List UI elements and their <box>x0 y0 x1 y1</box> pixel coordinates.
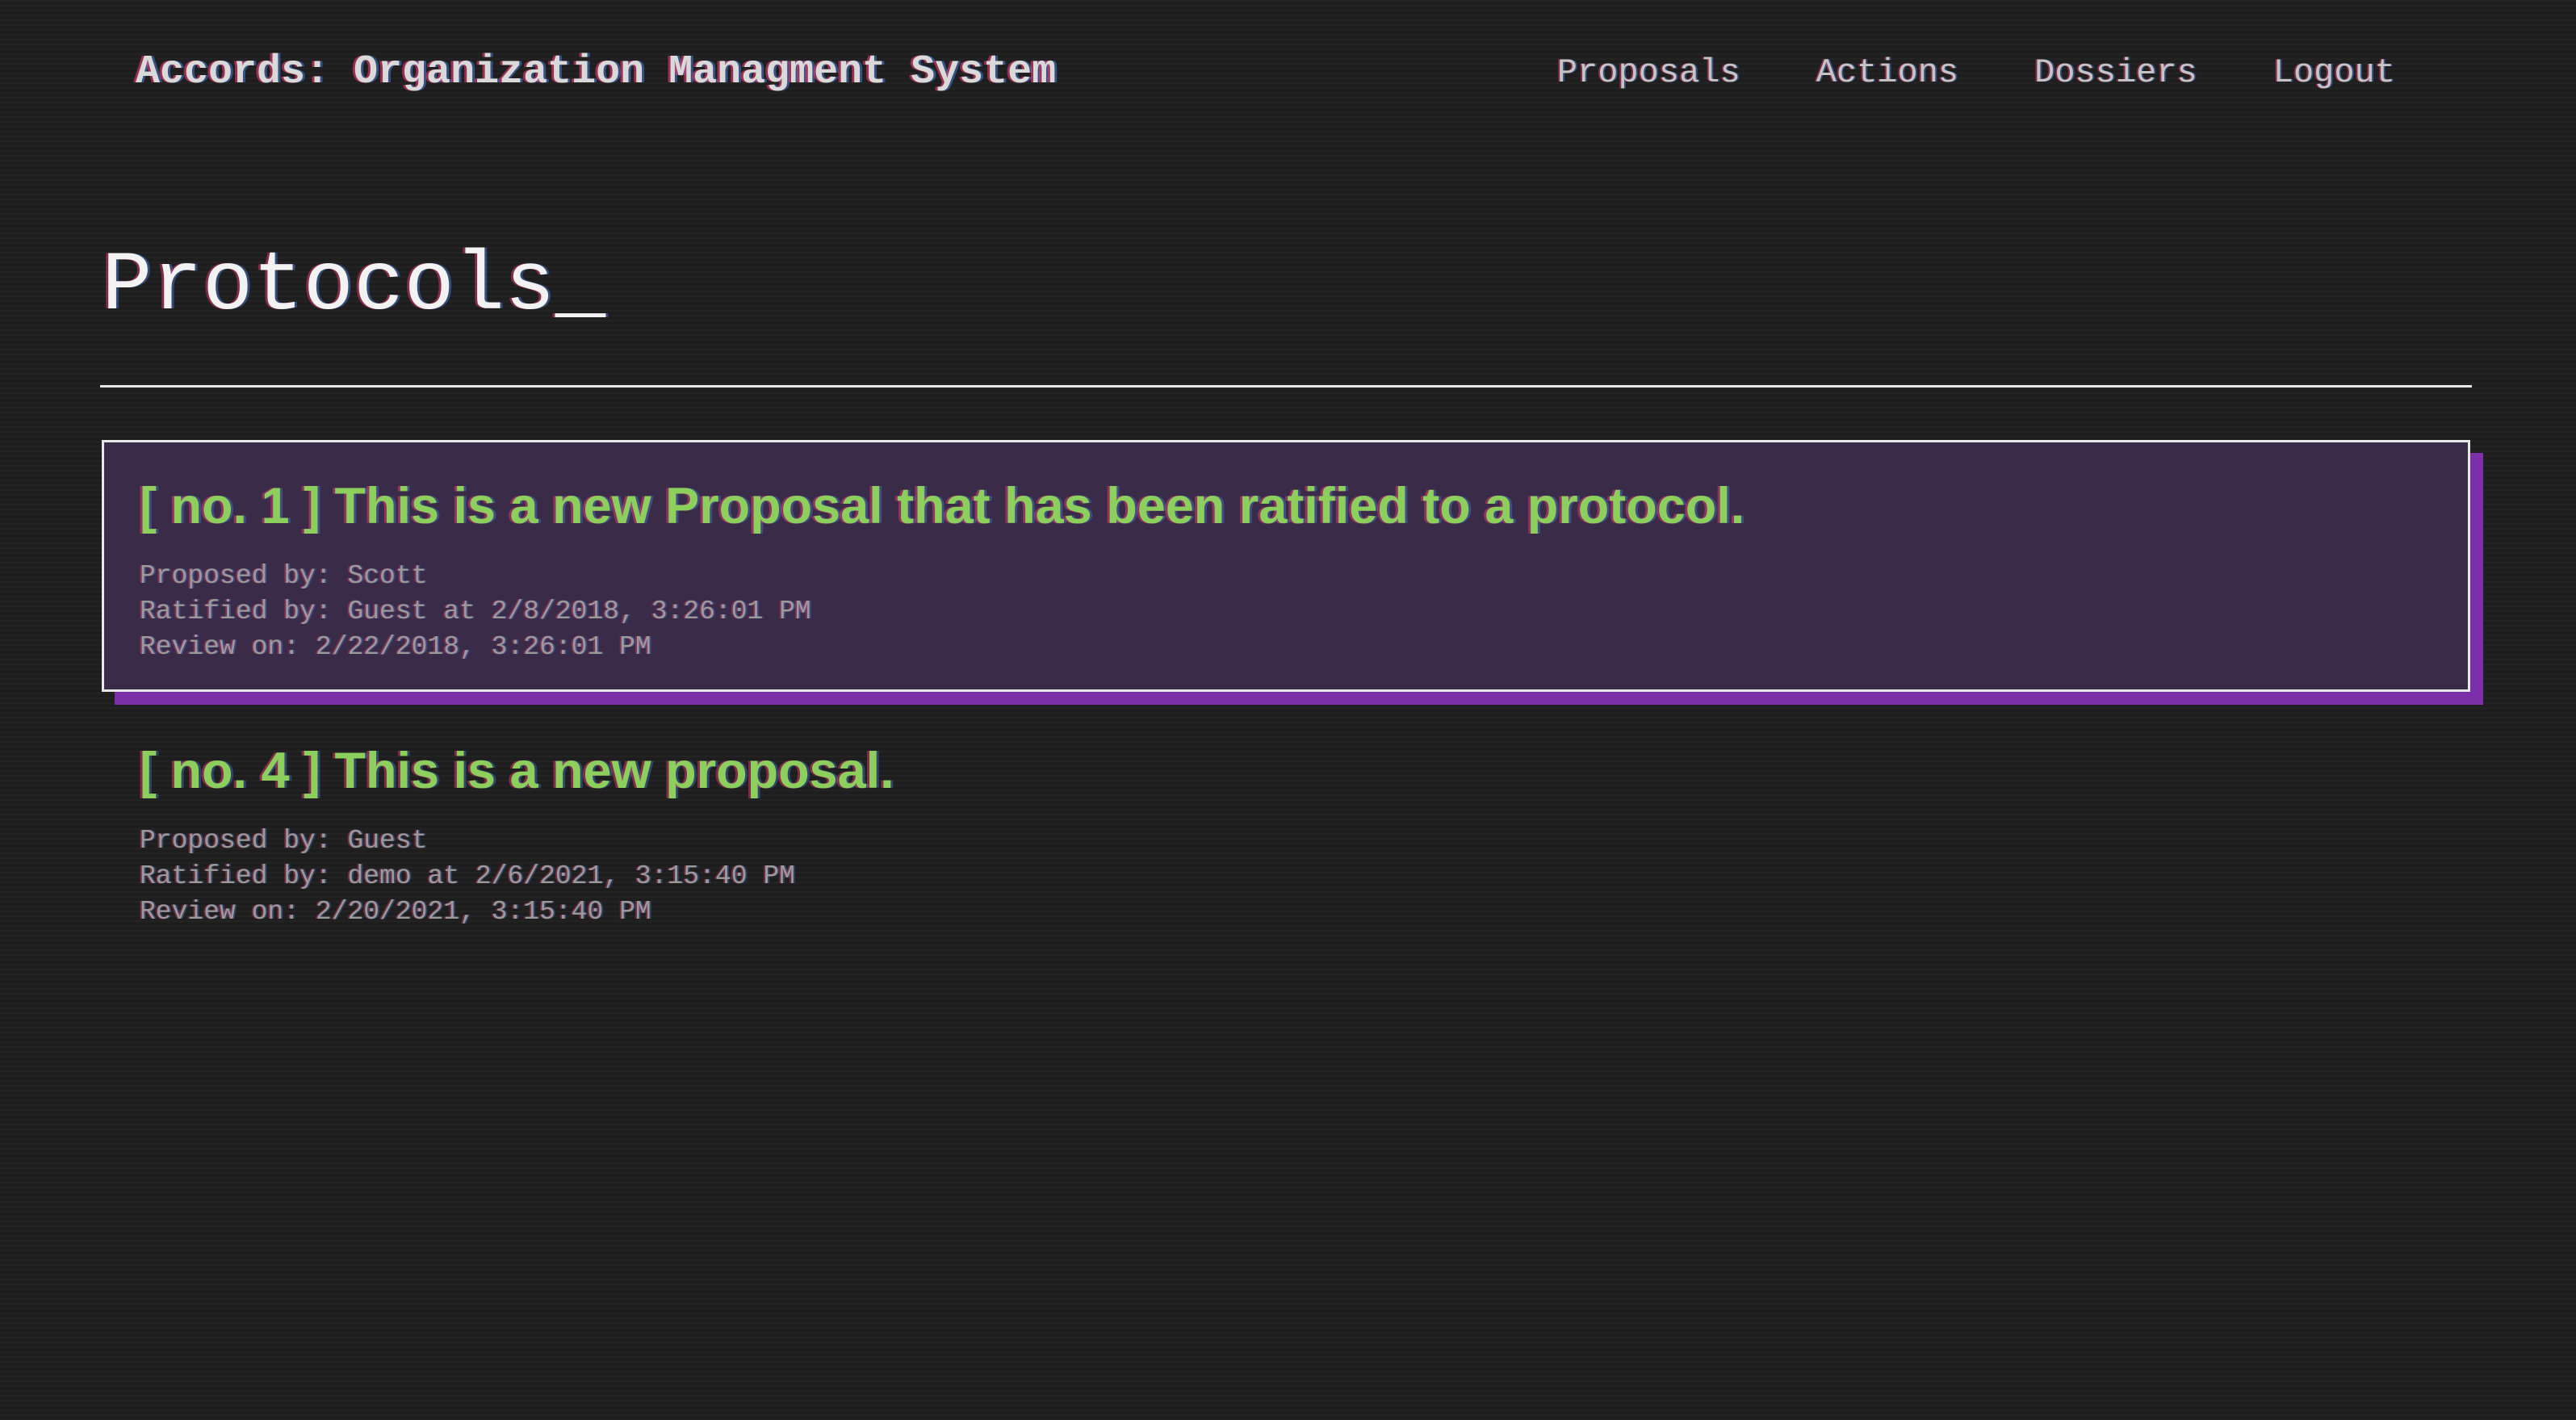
protocol-card-4[interactable]: [ no. 4 ] This is a new proposal. Propos… <box>102 705 2470 957</box>
review-on-text: Review on: 2/22/2018, 3:26:01 PM <box>140 632 651 662</box>
protocol-heading: [ no. 1 ] This is a new Proposal that ha… <box>140 478 1745 534</box>
nav-actions-link[interactable]: Actions <box>1816 48 1958 97</box>
nav-proposals-link[interactable]: Proposals <box>1557 48 1740 97</box>
nav-logout-link[interactable]: Logout <box>2273 48 2395 97</box>
ratified-by-text: Ratified by: demo at 2/6/2021, 3:15:40 P… <box>140 861 795 891</box>
app-title-link[interactable]: Accords: Organization Managment System <box>136 48 1056 97</box>
review-on-text: Review on: 2/20/2021, 3:15:40 PM <box>140 897 651 927</box>
protocol-list: [ no. 1 ] This is a new Proposal that ha… <box>102 440 2470 957</box>
protocol-heading: [ no. 4 ] This is a new proposal. <box>140 743 894 799</box>
page-title: Protocols_ <box>102 230 605 343</box>
proposed-by-text: Proposed by: Scott <box>140 561 428 591</box>
proposed-by-text: Proposed by: Guest <box>140 826 428 856</box>
main-nav: Proposals Actions Dossiers Logout <box>1481 48 2395 97</box>
page-title-text: Protocols <box>102 239 555 334</box>
top-header: Accords: Organization Managment System P… <box>0 0 2576 145</box>
title-cursor: _ <box>555 239 606 334</box>
title-divider <box>100 385 2472 387</box>
ratified-by-text: Ratified by: Guest at 2/8/2018, 3:26:01 … <box>140 597 811 626</box>
protocol-card-1[interactable]: [ no. 1 ] This is a new Proposal that ha… <box>102 440 2470 692</box>
nav-dossiers-link[interactable]: Dossiers <box>2034 48 2197 97</box>
